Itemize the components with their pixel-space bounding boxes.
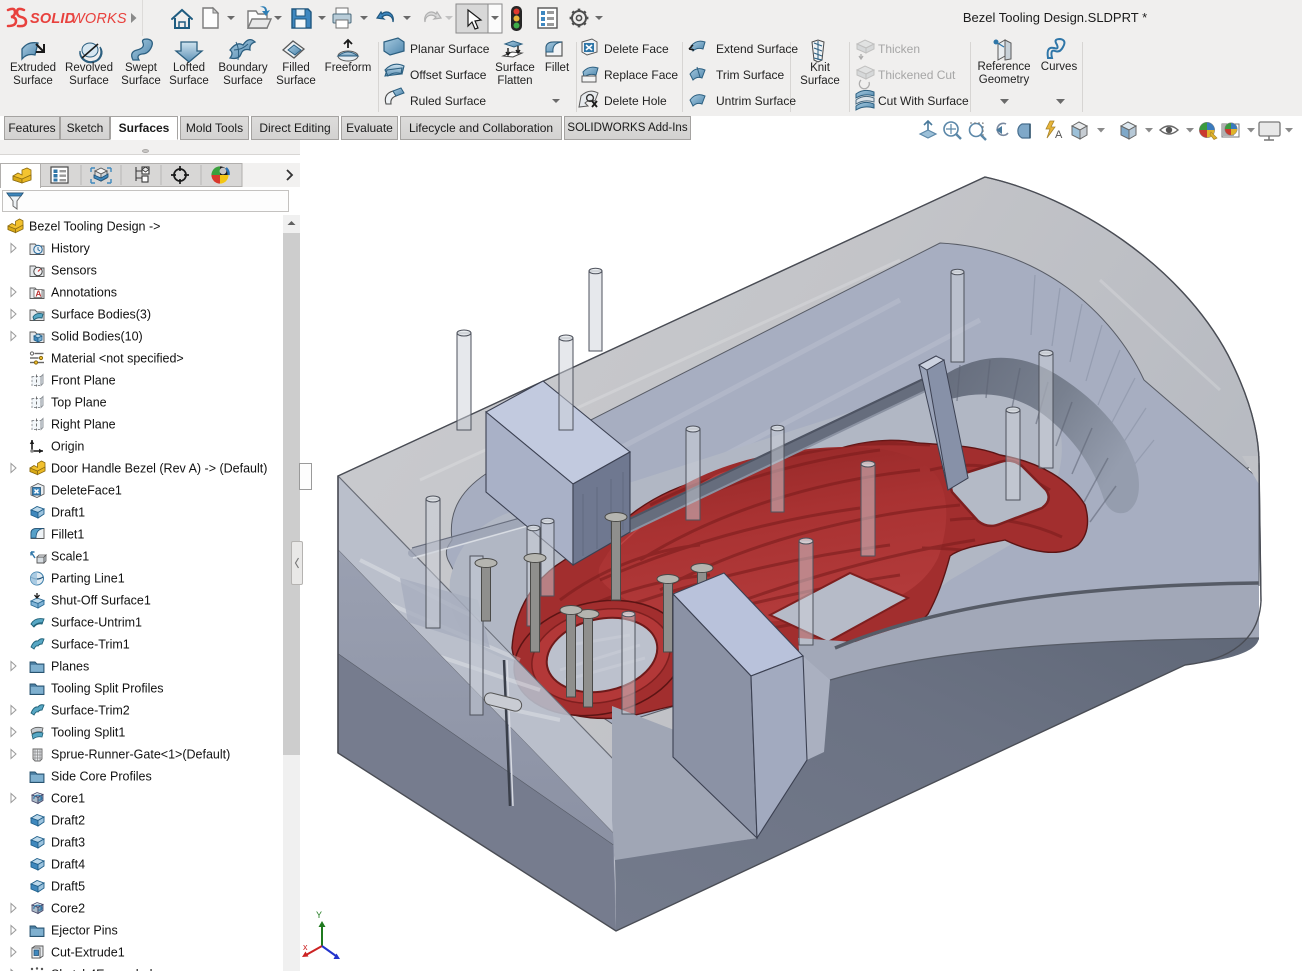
svg-text:Cut-Extrude1: Cut-Extrude1 [51, 946, 125, 960]
svg-text:Planes: Planes [51, 660, 89, 674]
svg-text:Material <not specified>: Material <not specified> [51, 352, 184, 366]
svg-text:Draft2: Draft2 [51, 814, 85, 828]
svg-text:Draft1: Draft1 [51, 506, 85, 520]
svg-text:Origin: Origin [51, 440, 84, 454]
svg-text:Draft3: Draft3 [51, 836, 85, 850]
svg-text:Top Plane: Top Plane [51, 396, 107, 410]
svg-text:Door Handle Bezel (Rev A) -> (: Door Handle Bezel (Rev A) -> (Default) [51, 462, 267, 476]
svg-text:Right Plane: Right Plane [51, 418, 116, 432]
svg-text:Tooling Split Profiles: Tooling Split Profiles [51, 682, 164, 696]
svg-text:Draft5: Draft5 [51, 880, 85, 894]
svg-text:Annotations: Annotations [51, 286, 117, 300]
svg-text:Sensors: Sensors [51, 264, 97, 278]
svg-text:Surface-Untrim1: Surface-Untrim1 [51, 616, 142, 630]
svg-text:Surface Bodies(3): Surface Bodies(3) [51, 308, 151, 322]
svg-text:Tooling Split1: Tooling Split1 [51, 726, 125, 740]
svg-text:Core2: Core2 [51, 902, 85, 916]
svg-text:WORKS: WORKS [71, 11, 127, 27]
svg-text:A: A [1055, 129, 1063, 141]
svg-text:Bezel Tooling Design ->: Bezel Tooling Design -> [29, 220, 160, 234]
svg-text:Sprue-Runner-Gate<1>(Default): Sprue-Runner-Gate<1>(Default) [51, 748, 230, 762]
svg-text:Core1: Core1 [51, 792, 85, 806]
svg-text:History: History [51, 242, 91, 256]
svg-text:x: x [303, 942, 308, 952]
svg-text:Side Core Profiles: Side Core Profiles [51, 770, 152, 784]
svg-text:Front Plane: Front Plane [51, 374, 116, 388]
svg-text:Surface-Trim1: Surface-Trim1 [51, 638, 130, 652]
svg-text:DeleteFace1: DeleteFace1 [51, 484, 122, 498]
svg-text:Scale1: Scale1 [51, 550, 89, 564]
svg-text:Shut-Off Surface1: Shut-Off Surface1 [51, 594, 151, 608]
svg-text:Sketch4Expanded: Sketch4Expanded [51, 968, 153, 971]
svg-text:Parting Line1: Parting Line1 [51, 572, 125, 586]
svg-text:Draft4: Draft4 [51, 858, 85, 872]
svg-text:Ejector Pins: Ejector Pins [51, 924, 118, 938]
svg-text:Fillet1: Fillet1 [51, 528, 84, 542]
svg-text:Surface-Trim2: Surface-Trim2 [51, 704, 130, 718]
svg-text:Y: Y [316, 910, 322, 920]
svg-text:Solid Bodies(10): Solid Bodies(10) [51, 330, 143, 344]
svg-text:SOLID: SOLID [30, 11, 76, 27]
